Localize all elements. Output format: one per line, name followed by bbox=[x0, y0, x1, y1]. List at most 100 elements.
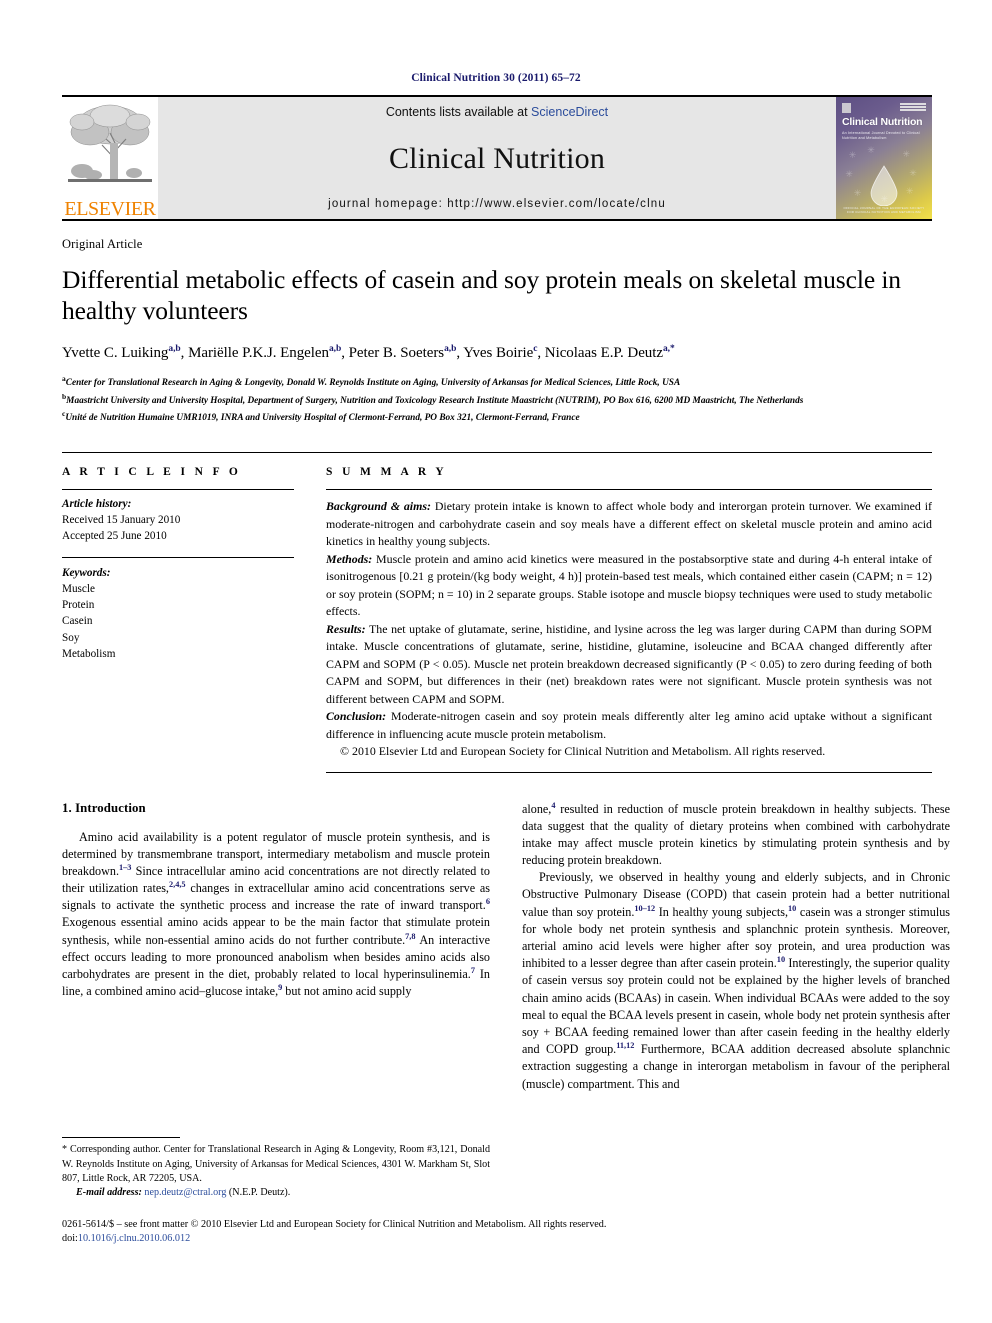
keyword-item: Protein bbox=[62, 599, 95, 612]
summary-body: Background & aims: Dietary protein intak… bbox=[326, 490, 932, 761]
cover-artwork: ✳ ✳ ✳ ✳ ✳ ✳ ✳ ✳ bbox=[842, 144, 926, 206]
article-accepted-date: Accepted 25 June 2010 bbox=[62, 529, 167, 542]
affiliation-text: Maastricht University and University Hos… bbox=[66, 395, 804, 406]
citation-ref[interactable]: 10–12 bbox=[634, 904, 655, 913]
body-column-right: alone,4 resulted in reduction of muscle … bbox=[522, 801, 950, 1201]
author-name: Yvette C. Luiking bbox=[62, 344, 169, 361]
elsevier-tree-icon bbox=[68, 104, 152, 182]
contents-available-line: Contents lists available at ScienceDirec… bbox=[386, 105, 608, 119]
body-columns: 1. Introduction Amino acid availability … bbox=[62, 800, 950, 1201]
footnote-divider bbox=[62, 1137, 180, 1139]
cover-topbar bbox=[842, 103, 926, 113]
email-line: E-mail address: nep.deutz@ctral.org (N.E… bbox=[62, 1186, 490, 1200]
sciencedirect-link[interactable]: ScienceDirect bbox=[531, 105, 608, 119]
journal-title: Clinical Nutrition bbox=[388, 141, 606, 175]
summary-heading: S U M M A R Y bbox=[326, 466, 448, 479]
para-text: In healthy young subjects, bbox=[655, 904, 788, 919]
summary-results-text: The net uptake of glutamate, serine, his… bbox=[326, 621, 932, 706]
cover-star-icon: ✳ bbox=[905, 186, 914, 197]
author-name: Yves Boirie bbox=[463, 344, 534, 361]
email-label: E-mail address: bbox=[76, 1187, 142, 1199]
page-title: Differential metabolic effects of casein… bbox=[62, 265, 901, 326]
author-entry: Yvette C. Luikinga,b bbox=[62, 343, 181, 361]
citation-ref[interactable]: 10 bbox=[777, 955, 785, 964]
author-entry: Yves Boiriec bbox=[463, 343, 538, 361]
article-history-block: Article history: Received 15 January 201… bbox=[62, 490, 294, 545]
author-affil-marks: a,b bbox=[168, 343, 181, 354]
imprint-line: 0261-5614/$ – see front matter © 2010 El… bbox=[62, 1218, 607, 1230]
journal-article-page: Clinical Nutrition 30 (2011) 65–72 ELSEV… bbox=[0, 0, 992, 1323]
author-list: Yvette C. Luikinga,b, Mariëlle P.K.J. En… bbox=[62, 343, 675, 361]
introduction-paragraph: Amino acid availability is a potent regu… bbox=[62, 829, 490, 1001]
affiliation-item: cUnité de Nutrition Humaine UMR1019, INR… bbox=[62, 408, 932, 426]
summary-copyright: © 2010 Elsevier Ltd and European Society… bbox=[340, 744, 826, 759]
summary-background-label: Background & aims: bbox=[326, 499, 431, 514]
cover-elsevier-mark-icon bbox=[842, 103, 851, 113]
citation-ref[interactable]: 1–3 bbox=[119, 863, 131, 872]
summary-column: S U M M A R Y Background & aims: Dietary… bbox=[326, 466, 932, 773]
citation-ref[interactable]: 2,4,5 bbox=[169, 880, 186, 889]
elsevier-logo: ELSEVIER bbox=[62, 97, 158, 219]
affiliation-item: bMaastricht University and University Ho… bbox=[62, 391, 932, 409]
article-type: Original Article bbox=[62, 237, 143, 251]
keyword-item: Soy bbox=[62, 631, 80, 644]
summary-methods: Methods: Muscle protein and amino acid k… bbox=[326, 551, 932, 621]
keyword-item: Muscle bbox=[62, 583, 95, 595]
author-entry: Mariëlle P.K.J. Engelena,b bbox=[188, 344, 341, 361]
footnote-region: * Corresponding author. Center for Trans… bbox=[62, 1137, 490, 1200]
journal-cover-thumbnail: Clinical Nutrition An International Jour… bbox=[836, 97, 932, 219]
introduction-heading: 1. Introduction bbox=[62, 800, 146, 815]
author-entry: Peter B. Soetersa,b bbox=[348, 343, 457, 361]
email-attribution: (N.E.P. Deutz). bbox=[226, 1187, 291, 1199]
divider bbox=[326, 771, 932, 773]
citation-ref[interactable]: 7,8 bbox=[405, 932, 415, 941]
cover-star-icon: ✳ bbox=[853, 187, 862, 198]
affiliation-text: Center for Translational Research in Agi… bbox=[65, 377, 681, 388]
citation-ref[interactable]: 11,12 bbox=[616, 1041, 634, 1050]
affiliation-list: aCenter for Translational Research in Ag… bbox=[62, 373, 932, 426]
doi-line: doi:10.1016/j.clnu.2010.06.012 bbox=[62, 1232, 932, 1247]
citation-ref[interactable]: 6 bbox=[486, 897, 490, 906]
affiliation-text: Unité de Nutrition Humaine UMR1019, INRA… bbox=[65, 413, 580, 424]
intro-right-paragraph-2: Previously, we observed in healthy young… bbox=[522, 869, 950, 1092]
cover-star-icon: ✳ bbox=[909, 167, 917, 178]
cover-footer: OFFICIAL JOURNAL OF THE EUROPEAN SOCIETY… bbox=[843, 206, 925, 214]
article-received-date: Received 15 January 2010 bbox=[62, 513, 181, 526]
author-name: Nicolaas E.P. Deutz bbox=[544, 344, 663, 361]
journal-homepage-link[interactable]: journal homepage: http://www.elsevier.co… bbox=[328, 198, 666, 210]
article-info-heading: A R T I C L E I N F O bbox=[62, 466, 242, 479]
author-affil-marks: a,* bbox=[662, 343, 675, 354]
elsevier-wordmark: ELSEVIER bbox=[64, 198, 156, 219]
keyword-item: Metabolism bbox=[62, 647, 116, 660]
cover-star-icon: ✳ bbox=[848, 150, 857, 161]
keywords-block: Keywords: Muscle Protein Casein Soy Meta… bbox=[62, 558, 294, 662]
intro-right-paragraph-1: alone,4 resulted in reduction of muscle … bbox=[522, 801, 950, 870]
cover-star-icon: ✳ bbox=[845, 168, 853, 179]
affiliation-item: aCenter for Translational Research in Ag… bbox=[62, 373, 932, 391]
email-link[interactable]: nep.deutz@ctral.org bbox=[144, 1187, 226, 1198]
summary-conclusion-label: Conclusion: bbox=[326, 709, 387, 724]
doi-label: doi: bbox=[62, 1233, 78, 1245]
para-text: alone, bbox=[522, 801, 552, 816]
contents-prefix: Contents lists available at bbox=[385, 105, 532, 119]
author-affil-marks: c bbox=[533, 343, 538, 354]
keywords-label: Keywords: bbox=[62, 566, 111, 579]
summary-methods-text: Muscle protein and amino acid kinetics w… bbox=[326, 551, 932, 619]
cover-star-icon: ✳ bbox=[867, 145, 875, 156]
article-content: Original Article Differential metabolic … bbox=[62, 237, 950, 1247]
journal-masthead: ELSEVIER Contents lists available at Sci… bbox=[62, 95, 932, 221]
cover-subtitle: An International Journal Devoted to Clin… bbox=[842, 131, 920, 141]
doi-link[interactable]: 10.1016/j.clnu.2010.06.012 bbox=[78, 1233, 190, 1244]
info-summary-region: A R T I C L E I N F O Article history: R… bbox=[62, 452, 932, 773]
author-name: Peter B. Soeters bbox=[348, 344, 445, 361]
para-text: but not amino acid supply bbox=[282, 984, 412, 999]
journal-banner: Contents lists available at ScienceDirec… bbox=[158, 97, 836, 219]
article-history-label: Article history: bbox=[62, 498, 132, 511]
author-affil-marks: a,b bbox=[444, 343, 457, 354]
author-entry: Nicolaas E.P. Deutza,* bbox=[544, 343, 675, 361]
cover-bars-icon bbox=[900, 103, 926, 112]
cover-title: Clinical Nutrition bbox=[842, 116, 923, 128]
cover-star-icon: ✳ bbox=[902, 149, 911, 159]
summary-background: Background & aims: Dietary protein intak… bbox=[326, 498, 932, 551]
summary-results: Results: The net uptake of glutamate, se… bbox=[326, 621, 932, 709]
